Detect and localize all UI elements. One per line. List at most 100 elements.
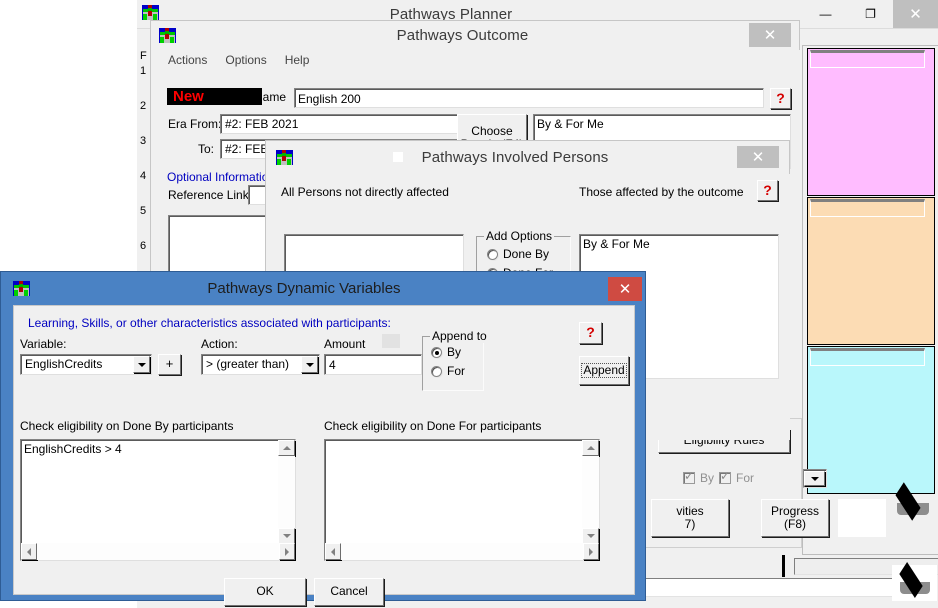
scroll-track[interactable] (37, 543, 279, 560)
scroll-up-button[interactable] (582, 440, 599, 456)
done-by-horizontal-scrollbar[interactable] (21, 543, 295, 560)
radio-dot (431, 346, 442, 358)
dynamic-variables-help-button[interactable]: ? (579, 322, 602, 344)
scroll-down-button[interactable] (582, 528, 599, 544)
chevron-down-icon (282, 534, 291, 538)
to-label: To: (198, 142, 215, 156)
chevron-up-icon (586, 446, 595, 450)
chevron-up-icon (282, 446, 291, 450)
chevron-left-icon (27, 547, 31, 556)
panel-peach-header (810, 199, 925, 217)
row-number-2[interactable]: 2 (140, 100, 146, 112)
done-for-vertical-scrollbar[interactable] (582, 440, 599, 544)
append-to-title: Append to (430, 329, 489, 343)
row-header-label: F (140, 50, 147, 62)
append-button-label: Append (581, 362, 627, 379)
action-dropdown-arrow[interactable] (301, 356, 318, 373)
by-checkbox[interactable] (683, 469, 695, 484)
radio-append-by-label: By (447, 345, 462, 359)
row-number-5[interactable]: 5 (140, 205, 146, 217)
radio-append-for[interactable]: For (431, 364, 465, 378)
scroll-down-button[interactable] (278, 528, 295, 544)
chevron-down-icon (586, 534, 595, 538)
append-to-group: Append to By For (422, 329, 489, 391)
outcome-close-button[interactable]: ✕ (749, 23, 791, 47)
variable-dropdown-arrow[interactable] (133, 356, 150, 373)
row-number-1[interactable]: 1 (140, 65, 146, 77)
by-for-dropdown-arrow[interactable] (804, 471, 825, 486)
amount-label: Amount (324, 337, 366, 351)
menu-item-actions[interactable]: Actions (168, 53, 207, 67)
radio-append-for-label: For (447, 364, 465, 378)
append-button[interactable]: Append (579, 356, 629, 385)
add-variable-button[interactable]: + (158, 354, 181, 375)
graduation-cap-icon[interactable] (838, 499, 886, 537)
radio-append-by[interactable]: By (431, 345, 461, 359)
involved-persons-title-bar[interactable]: Pathways Involved Persons ✕ (266, 141, 789, 173)
variable-dropdown[interactable]: EnglishCredits (20, 354, 152, 375)
era-from-value: #2: FEB 2021 (225, 117, 299, 131)
planner-status-field-lower[interactable] (642, 578, 932, 597)
activities-button[interactable]: vities 7) (651, 499, 729, 537)
cancel-button[interactable]: Cancel (314, 578, 384, 606)
dynamic-variables-close-button[interactable]: ✕ (608, 276, 642, 301)
menu-item-options[interactable]: Options (225, 53, 266, 67)
scroll-track[interactable] (582, 456, 599, 528)
done-by-vertical-scrollbar[interactable] (278, 440, 295, 544)
done-by-value: EnglishCredits > 4 (24, 442, 122, 456)
pathways-dynamic-variables-window[interactable]: Pathways Dynamic Variables ✕ Learning, S… (0, 271, 647, 606)
add-options-title: Add Options (484, 229, 555, 243)
new-badge: New (167, 88, 262, 105)
scroll-left-button[interactable] (21, 543, 37, 560)
scroll-right-button[interactable] (583, 543, 599, 560)
by-for-dropdown[interactable] (803, 469, 827, 488)
era-from-label: Era From: (168, 117, 222, 131)
planner-close-button[interactable]: ✕ (893, 0, 938, 29)
involved-persons-help-button[interactable]: ? (757, 180, 778, 201)
chevron-right-icon (589, 547, 593, 556)
name-label: Name (254, 90, 287, 104)
scroll-right-button[interactable] (279, 543, 295, 560)
panel-pink[interactable] (807, 48, 935, 196)
scroll-track[interactable] (341, 543, 583, 560)
dynamic-variables-title-text: Pathways Dynamic Variables (207, 280, 401, 297)
chevron-right-icon (285, 547, 289, 556)
pathways-app-icon (13, 281, 30, 296)
planner-maximize-button[interactable]: ❐ (848, 0, 893, 29)
row-number-6[interactable]: 6 (140, 240, 146, 252)
scroll-up-button[interactable] (278, 440, 295, 456)
done-by-label: Check eligibility on Done By participant… (20, 419, 234, 433)
outcome-help-button[interactable]: ? (770, 88, 791, 109)
progress-button[interactable]: Progress (F8) (761, 499, 829, 537)
action-dropdown[interactable]: > (greater than) (201, 354, 320, 375)
radio-done-by[interactable]: Done By (487, 247, 549, 261)
planner-minimize-button[interactable]: — (803, 0, 848, 29)
radio-done-by-label: Done By (503, 247, 550, 261)
scroll-track[interactable] (278, 456, 295, 528)
pathways-app-icon (276, 149, 293, 165)
for-checkbox[interactable] (719, 469, 732, 484)
dynamic-variables-instructions: Learning, Skills, or other characteristi… (28, 316, 391, 330)
radio-dot (431, 365, 442, 377)
amount-input[interactable]: 4 (324, 354, 422, 375)
name-input[interactable]: English 200 (294, 88, 764, 108)
dynamic-variables-title-bar[interactable]: Pathways Dynamic Variables ✕ (1, 272, 647, 305)
variable-value: EnglishCredits (25, 357, 103, 371)
optional-information-label: Optional Information: (167, 170, 279, 184)
outcome-title-bar[interactable]: Pathways Outcome ✕ (151, 21, 799, 49)
row-number-3[interactable]: 3 (140, 135, 146, 147)
menu-item-help[interactable]: Help (285, 53, 310, 67)
name-input-value: English 200 (298, 92, 361, 106)
outcome-menubar[interactable]: Actions Options Help (152, 50, 800, 70)
done-for-horizontal-scrollbar[interactable] (325, 543, 599, 560)
panel-peach[interactable] (807, 197, 935, 345)
variable-label: Variable: (20, 337, 67, 351)
people-list-value: By & For Me (537, 117, 604, 131)
ok-button[interactable]: OK (224, 578, 306, 606)
chevron-down-icon (137, 362, 146, 367)
done-for-listbox[interactable] (324, 439, 600, 561)
done-by-listbox[interactable]: EnglishCredits > 4 (20, 439, 296, 561)
involved-persons-close-button[interactable]: ✕ (737, 146, 779, 168)
scroll-left-button[interactable] (325, 543, 341, 560)
row-number-4[interactable]: 4 (140, 170, 146, 182)
